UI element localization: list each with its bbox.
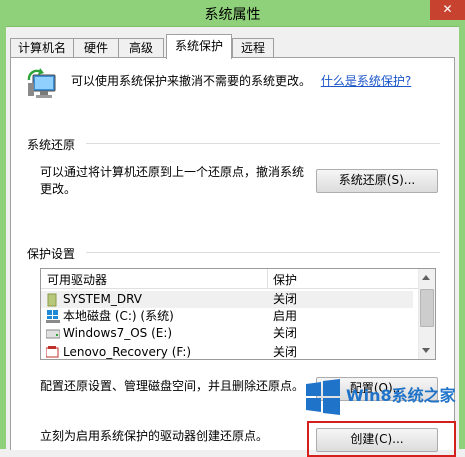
scroll-up-icon[interactable]	[422, 275, 430, 280]
scroll-thumb[interactable]	[420, 289, 434, 327]
tab-advanced[interactable]: 高级	[118, 38, 164, 58]
table-row[interactable]: 本地磁盘 (C:) (系统) 启用	[41, 308, 413, 325]
close-button[interactable]: ✕	[430, 0, 465, 20]
windows-logo-icon	[306, 379, 340, 415]
drive-name: Lenovo_Recovery (F:)	[63, 345, 192, 359]
protection-settings-heading: 保护设置	[27, 247, 76, 261]
protection-status: 关闭	[273, 326, 298, 340]
drive-list[interactable]: 可用驱动器 保护 SYSTEM_DRV 关闭 本地磁盘 (C:) (系统) 启用…	[40, 268, 436, 360]
intro-description: 可以使用系统保护来撤消不需要的系统更改。	[71, 74, 312, 88]
table-row[interactable]: SYSTEM_DRV 关闭	[41, 291, 413, 308]
protection-status: 启用	[273, 309, 298, 323]
drive-name: Windows7_OS (E:)	[63, 326, 173, 340]
tab-hardware[interactable]: 硬件	[73, 38, 119, 58]
table-row[interactable]: Windows7_OS (E:) 关闭	[41, 325, 413, 342]
protection-status: 关闭	[273, 345, 298, 359]
tab-remote[interactable]: 远程	[232, 38, 274, 58]
highlight-box	[307, 421, 456, 457]
create-description: 立刻为启用系统保护的驱动器创建还原点。	[40, 429, 269, 443]
drive-list-header: 可用驱动器 保护	[41, 269, 435, 289]
recovery-drive-icon	[46, 346, 59, 358]
column-header-protection[interactable]: 保护	[273, 271, 297, 288]
window-frame-right	[459, 26, 465, 449]
windows-drive-icon	[46, 310, 60, 323]
table-row[interactable]: Lenovo_Recovery (F:) 关闭	[41, 344, 413, 359]
protection-status: 关闭	[273, 292, 298, 306]
system-protection-icon	[27, 68, 56, 98]
divider	[86, 252, 440, 253]
scroll-down-icon[interactable]	[422, 348, 430, 353]
column-separator	[267, 269, 268, 288]
drive-name: 本地磁盘 (C:) (系统)	[63, 309, 174, 323]
tab-computer-name[interactable]: 计算机名	[10, 38, 74, 58]
window-title: 系统属性	[204, 7, 261, 23]
drive-name: SYSTEM_DRV	[63, 292, 142, 306]
system-restore-button[interactable]: 系统还原(S)...	[316, 169, 438, 193]
divider	[86, 143, 440, 144]
drive-icon	[46, 329, 60, 339]
configure-description: 配置还原设置、管理磁盘空间，并且删除还原点。	[40, 379, 305, 393]
tab-system-protection[interactable]: 系统保护	[166, 34, 232, 59]
intro-text: 可以使用系统保护来撤消不需要的系统更改。 什么是系统保护?	[71, 72, 411, 89]
system-restore-description: 可以通过将计算机还原到上一个还原点，撤消系统更改。	[40, 165, 305, 196]
watermark-text: Win8系统之家	[346, 386, 456, 405]
system-restore-heading: 系统还原	[27, 138, 76, 152]
drive-icon	[47, 293, 57, 307]
what-is-system-protection-link[interactable]: 什么是系统保护?	[321, 74, 411, 88]
column-header-drives[interactable]: 可用驱动器	[47, 271, 107, 288]
